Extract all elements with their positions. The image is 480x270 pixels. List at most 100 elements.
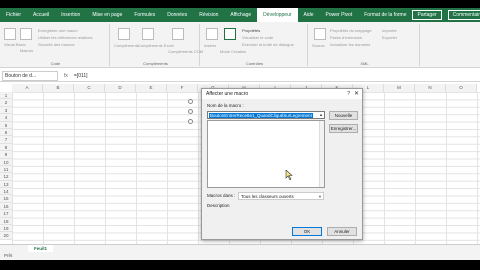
insert-control-icon[interactable] (206, 28, 218, 40)
row-header[interactable]: 3 (0, 106, 12, 115)
visual-basic-label[interactable]: Visual Basic (4, 42, 26, 47)
macros-icon[interactable] (20, 28, 32, 40)
macros-in-value: Tous les classeurs ouverts (241, 194, 294, 199)
import-button[interactable]: Importer (382, 28, 397, 33)
xml-source-icon[interactable] (314, 28, 326, 40)
macros-label[interactable]: Macros (20, 48, 33, 53)
row-header[interactable]: 4 (0, 114, 12, 122)
expansion-packs-button[interactable]: Packs d'extension (330, 35, 362, 40)
macro-name-dropdown-icon[interactable]: ▲ (318, 112, 324, 118)
export-button[interactable]: Exporter (382, 35, 397, 40)
macros-in-label: Macros dans : (207, 193, 236, 198)
map-properties-button[interactable]: Propriétés du mappage (330, 28, 372, 33)
close-icon[interactable]: ✕ (354, 89, 359, 99)
macro-security-button[interactable]: Sécurité des macros (38, 42, 74, 47)
row-header[interactable]: 9 (0, 151, 12, 159)
visual-basic-icon[interactable] (4, 28, 16, 40)
formula-input[interactable]: =[011] (74, 73, 88, 79)
row-header[interactable]: 16 (0, 202, 12, 211)
ribbon-tab-9[interactable]: Aide (298, 8, 320, 22)
run-dialog-button[interactable]: Exécuter la boîte de dialogue (242, 42, 294, 47)
view-code-button[interactable]: Visualiser le code (242, 35, 273, 40)
share-button[interactable]: Partager (412, 10, 442, 20)
ribbon-tab-4[interactable]: Formules (128, 8, 161, 22)
record-macro-button[interactable]: Enregistrer une macro (38, 28, 78, 33)
refresh-data-button[interactable]: Actualiser les données (330, 42, 370, 47)
shape-handle-middle[interactable] (188, 109, 193, 114)
ok-button[interactable]: OK (292, 227, 322, 236)
com-addins-icon[interactable] (172, 28, 184, 40)
ribbon-tab-1[interactable]: Accueil (27, 8, 55, 22)
shape-handle-bottom[interactable] (188, 119, 193, 124)
row-header[interactable]: 17 (0, 210, 12, 218)
column-header[interactable]: N (415, 84, 446, 92)
ribbon-group-xml: Source Propriétés du mappage Packs d'ext… (310, 24, 420, 66)
chevron-down-icon: ▼ (318, 194, 322, 199)
dialog-title: Affecter une macro (206, 91, 249, 97)
row-header[interactable]: 7 (0, 136, 12, 144)
ribbon-group-code: Visual Basic Macros Enregistrer une macr… (2, 24, 110, 66)
ribbon-tab-0[interactable]: Fichier (0, 8, 27, 22)
macros-in-select[interactable]: Tous les classeurs ouverts ▼ (238, 192, 324, 200)
design-mode-icon[interactable] (224, 28, 236, 40)
column-header[interactable]: A (12, 84, 43, 92)
row-header[interactable]: 1 (0, 92, 12, 100)
row-header[interactable]: 5 (0, 121, 12, 129)
macro-list[interactable] (207, 120, 325, 188)
column-header[interactable]: M (384, 84, 415, 92)
ribbon-tab-3[interactable]: Mise en page (86, 8, 128, 22)
sheet-tab-bar: Feuil1 (0, 244, 480, 253)
ribbon-tab-6[interactable]: Révision (193, 8, 224, 22)
cancel-button[interactable]: Annuler (327, 227, 357, 236)
row-header[interactable]: 15 (0, 195, 12, 203)
excel-addins-label[interactable]: Compléments Excel (138, 43, 174, 48)
macro-list-scrollbar[interactable] (319, 121, 324, 187)
properties-button[interactable]: Propriétés (242, 28, 260, 33)
ribbon-right-actions: Partager Commentaires (412, 10, 480, 20)
column-header[interactable]: B (43, 84, 74, 92)
help-icon[interactable]: ? (347, 89, 350, 99)
column-header[interactable]: E (136, 84, 167, 92)
row-header[interactable]: 10 (0, 158, 12, 166)
name-box[interactable]: Bouton de d... (2, 70, 58, 81)
group-label-controls: Contrôles (245, 61, 264, 66)
relative-references-button[interactable]: Utiliser les références relatives (38, 35, 92, 40)
new-macro-button[interactable]: Nouvelle (329, 111, 358, 120)
ribbon-tab-11[interactable]: Format de la forme (358, 8, 412, 22)
ribbon-tab-10[interactable]: Power Pivot (320, 8, 359, 22)
macro-name-value: BoutonEntrerRecette1_QuandCliquéSurLegre… (209, 113, 313, 118)
row-header[interactable]: 6 (0, 128, 12, 137)
ribbon-tab-7[interactable]: Affichage (224, 8, 257, 22)
row-header[interactable]: 20 (0, 232, 12, 240)
comments-button[interactable]: Commentaires (447, 10, 480, 20)
design-mode-label[interactable]: Mode Création (220, 49, 246, 54)
insert-control-label[interactable]: Insérer (204, 43, 216, 48)
status-bar: Prêt (0, 252, 480, 260)
macro-name-input[interactable]: BoutonEntrerRecette1_QuandCliquéSurLegre… (207, 111, 325, 119)
ribbon-tab-2[interactable]: Insertion (55, 8, 86, 22)
addins-label[interactable]: Compléments (114, 43, 139, 48)
row-header[interactable]: 14 (0, 188, 12, 196)
shape-handle-top[interactable] (188, 99, 193, 104)
column-header[interactable]: D (105, 84, 136, 92)
row-header[interactable]: 2 (0, 99, 12, 107)
xml-source-label[interactable]: Source (312, 43, 325, 48)
row-header[interactable]: 8 (0, 143, 12, 152)
excel-addins-icon[interactable] (142, 28, 154, 40)
row-header[interactable]: 12 (0, 173, 12, 181)
addins-icon[interactable] (118, 28, 130, 40)
column-header[interactable]: F (167, 84, 198, 92)
row-header[interactable]: 13 (0, 180, 12, 189)
column-header[interactable]: C (74, 84, 105, 92)
column-header[interactable]: O (446, 84, 477, 92)
ribbon-tab-5[interactable]: Données (161, 8, 193, 22)
fx-icon[interactable]: fx (64, 73, 68, 79)
ribbon-tab-8[interactable]: Développeur (257, 8, 298, 22)
row-header[interactable]: 19 (0, 225, 12, 233)
record-macro-dialog-button[interactable]: Enregistrer... (329, 124, 358, 133)
row-header[interactable]: 18 (0, 217, 12, 226)
com-addins-label[interactable]: Compléments COM (168, 49, 203, 54)
row-header[interactable]: 11 (0, 165, 12, 174)
ribbon-tab-bar: Fichier Accueil Insertion Mise en page Formu… (0, 8, 480, 22)
ribbon-group-addins: Compléments Compléments Excel Complément… (112, 24, 203, 66)
